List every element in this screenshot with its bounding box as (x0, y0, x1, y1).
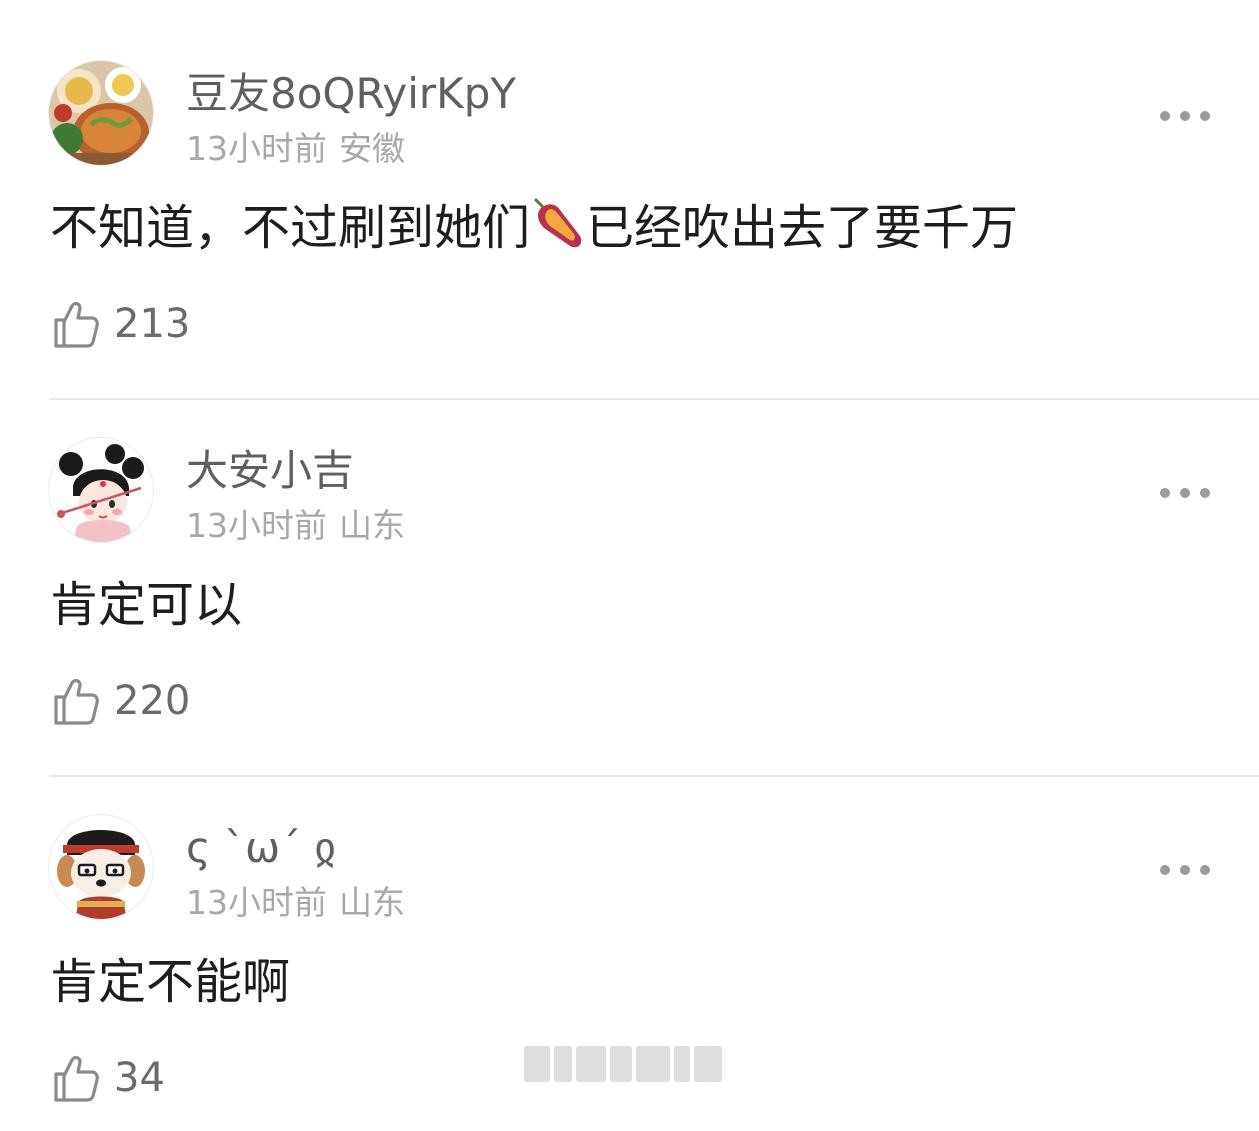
comment-meta: 13小时前 山东 (186, 881, 405, 925)
comment-location: 安徽 (339, 129, 405, 168)
comment-meta: 13小时前 山东 (186, 504, 405, 548)
comment-time: 13小时前 (186, 129, 327, 168)
sweet-potato-icon (534, 198, 582, 248)
comment-location: 山东 (339, 506, 405, 545)
comment-item: 豆友8oQRyirKpY 13小时前 安徽 不知道，不过刷到她们 已经吹出去了要千… (0, 0, 1259, 377)
username[interactable]: 豆友8oQRyirKpY (186, 66, 516, 122)
like-count: 213 (114, 301, 191, 347)
comment-time: 13小时前 (186, 883, 327, 922)
comment-time: 13小时前 (186, 506, 327, 545)
comment-text-before: 不知道，不过刷到她们 (50, 200, 531, 256)
avatar[interactable] (49, 815, 153, 919)
watermark (524, 1046, 734, 1082)
thumbs-up-icon (54, 678, 99, 725)
thumbs-up-icon (54, 1055, 99, 1102)
thumbs-up-icon (54, 301, 99, 348)
username[interactable]: ς ˋωˊ ჲ (186, 820, 336, 876)
comment-text-after: 已经吹出去了要千万 (586, 200, 1019, 256)
comment-meta: 13小时前 安徽 (186, 127, 405, 171)
cartoon-girl-avatar-image (49, 438, 153, 542)
more-dots-icon[interactable] (1160, 862, 1210, 878)
comment-text: 肯定可以 (50, 577, 243, 633)
like-count: 34 (114, 1055, 165, 1101)
username[interactable]: 大安小吉 (186, 443, 354, 499)
more-dots-icon[interactable] (1160, 485, 1210, 501)
food-photo-avatar-image (49, 61, 153, 165)
avatar[interactable] (49, 438, 153, 542)
comment-text: 肯定不能啊 (50, 954, 291, 1010)
like-button[interactable]: 220 (50, 673, 190, 729)
comment-item: 大安小吉 13小时前 山东 肯定可以 220 (0, 377, 1259, 754)
avatar[interactable] (49, 61, 153, 165)
comment-location: 山东 (339, 883, 405, 922)
like-button[interactable]: 213 (50, 296, 190, 352)
like-button[interactable]: 34 (50, 1050, 165, 1106)
cartoon-dog-avatar-image (49, 815, 153, 919)
more-dots-icon[interactable] (1160, 108, 1210, 124)
like-count: 220 (114, 678, 191, 724)
comment-text: 不知道，不过刷到她们 已经吹出去了要千万 (50, 196, 1018, 260)
